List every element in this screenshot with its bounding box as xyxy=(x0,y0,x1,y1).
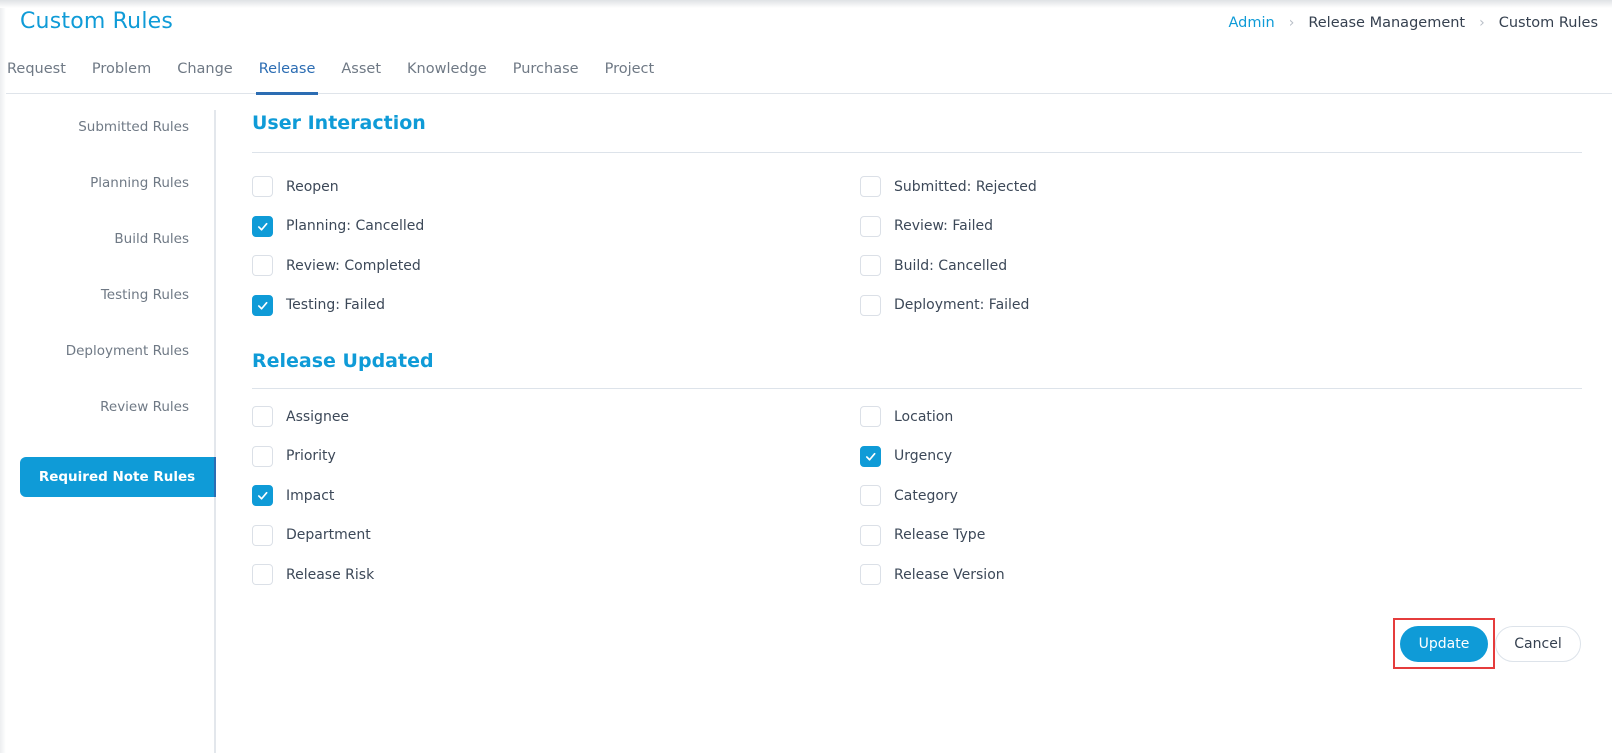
checkbox-review-completed[interactable] xyxy=(252,255,273,276)
checkbox-row-impact[interactable]: Impact xyxy=(252,485,334,506)
checkbox-label: Urgency xyxy=(894,448,953,464)
sidebar-item-testing-rules[interactable]: Testing Rules xyxy=(101,287,189,303)
checkbox-row-category[interactable]: Category xyxy=(860,485,958,506)
sidebar-item-submitted-rules[interactable]: Submitted Rules xyxy=(78,119,189,135)
breadcrumb-release-management[interactable]: Release Management xyxy=(1308,15,1465,31)
checkbox-label: Impact xyxy=(286,487,335,504)
checkbox-label: Review: Completed xyxy=(286,257,421,274)
checkbox-release-version[interactable] xyxy=(860,564,881,585)
left-shadow xyxy=(0,0,6,753)
checkbox-row-release-risk[interactable]: Release Risk xyxy=(252,564,374,585)
tab-request[interactable]: Request xyxy=(7,58,66,94)
tab-change[interactable]: Change xyxy=(177,58,233,94)
sidebar-item-required-note-rules[interactable]: Required Note Rules xyxy=(20,457,216,497)
section-title-release-updated: Release Updated xyxy=(252,350,434,372)
sidebar-item-deployment-rules[interactable]: Deployment Rules xyxy=(66,343,189,359)
checkbox-label: Planning: Cancelled xyxy=(286,218,425,234)
checkbox-label: Testing: Failed xyxy=(286,297,386,313)
breadcrumb: Admin › Release Management › Custom Rule… xyxy=(1229,15,1599,31)
checkbox-deployment-failed[interactable] xyxy=(860,294,881,316)
rules-sidebar: Submitted Rules Planning Rules Build Rul… xyxy=(0,110,216,753)
checkbox-label: Release Risk xyxy=(286,566,375,583)
checkmark-icon xyxy=(864,450,877,463)
tab-problem[interactable]: Problem xyxy=(92,58,151,94)
checkbox-impact[interactable] xyxy=(252,485,273,506)
tab-purchase[interactable]: Purchase xyxy=(513,58,579,94)
checkbox-label: Reopen xyxy=(286,178,339,195)
checkbox-submitted-rejected[interactable] xyxy=(860,176,881,197)
checkbox-category[interactable] xyxy=(860,485,881,506)
checkbox-urgency[interactable] xyxy=(860,445,881,467)
checkbox-label: Review: Failed xyxy=(894,218,993,234)
checkbox-row-release-type[interactable]: Release Type xyxy=(860,524,986,546)
checkbox-label: Deployment: Failed xyxy=(894,297,1030,313)
top-shadow xyxy=(0,0,1612,8)
checkbox-department[interactable] xyxy=(252,524,273,546)
checkbox-label: Location xyxy=(894,408,954,425)
checkbox-label: Submitted: Rejected xyxy=(894,178,1037,195)
chevron-right-icon: › xyxy=(1479,15,1485,31)
checkbox-label: Assignee xyxy=(286,408,350,425)
checkbox-location[interactable] xyxy=(860,406,881,427)
checkbox-assignee[interactable] xyxy=(252,406,273,427)
checkbox-row-planning-cancelled[interactable]: Planning: Cancelled xyxy=(252,215,425,237)
checkbox-label: Category xyxy=(894,487,958,504)
checkbox-planning-cancelled[interactable] xyxy=(252,215,273,237)
checkbox-row-department[interactable]: Department xyxy=(252,524,371,546)
breadcrumb-admin[interactable]: Admin xyxy=(1229,15,1275,31)
checkbox-row-deployment-failed[interactable]: Deployment: Failed xyxy=(860,294,1030,316)
sidebar-item-build-rules[interactable]: Build Rules xyxy=(114,231,189,247)
checkbox-label: Build: Cancelled xyxy=(894,257,1008,274)
checkbox-label: Release Type xyxy=(894,527,986,543)
checkmark-icon xyxy=(256,299,269,312)
chevron-right-icon: › xyxy=(1288,15,1295,31)
checkmark-icon xyxy=(256,220,269,233)
checkbox-row-review-completed[interactable]: Review: Completed xyxy=(252,255,421,276)
section-divider xyxy=(252,388,1582,389)
tab-knowledge[interactable]: Knowledge xyxy=(407,58,487,94)
section-divider xyxy=(252,152,1582,153)
checkbox-reopen[interactable] xyxy=(252,176,273,197)
breadcrumb-custom-rules: Custom Rules xyxy=(1498,15,1598,31)
checkbox-row-submitted-rejected[interactable]: Submitted: Rejected xyxy=(860,176,1037,197)
checkbox-label: Release Version xyxy=(894,566,1005,583)
checkbox-row-assignee[interactable]: Assignee xyxy=(252,406,349,427)
checkbox-review-failed[interactable] xyxy=(860,215,881,237)
section-title-user-interaction: User Interaction xyxy=(252,112,426,134)
checkbox-label: Department xyxy=(286,527,371,543)
checkbox-row-priority[interactable]: Priority xyxy=(252,445,336,467)
checkmark-icon xyxy=(256,489,269,502)
checkbox-row-urgency[interactable]: Urgency xyxy=(860,445,953,467)
sidebar-item-planning-rules[interactable]: Planning Rules xyxy=(90,175,189,191)
checkbox-build-cancelled[interactable] xyxy=(860,255,881,276)
tab-asset[interactable]: Asset xyxy=(341,58,381,94)
checkbox-release-risk[interactable] xyxy=(252,564,273,585)
checkbox-row-reopen[interactable]: Reopen xyxy=(252,176,339,197)
checkbox-testing-failed[interactable] xyxy=(252,294,273,316)
checkbox-label: Priority xyxy=(286,448,336,464)
module-tabs: Request Problem Change Release Asset Kno… xyxy=(0,58,1612,95)
sidebar-item-review-rules[interactable]: Review Rules xyxy=(100,399,189,415)
checkbox-row-build-cancelled[interactable]: Build: Cancelled xyxy=(860,255,1007,276)
checkbox-release-type[interactable] xyxy=(860,524,881,546)
tab-release[interactable]: Release xyxy=(255,58,319,95)
tab-project[interactable]: Project xyxy=(605,58,655,94)
checkbox-row-review-failed[interactable]: Review: Failed xyxy=(860,215,993,237)
cancel-button[interactable]: Cancel xyxy=(1495,626,1581,662)
checkbox-priority[interactable] xyxy=(252,445,273,467)
update-button[interactable]: Update xyxy=(1400,626,1488,662)
checkbox-row-testing-failed[interactable]: Testing: Failed xyxy=(252,294,386,316)
page-title: Custom Rules xyxy=(20,9,174,34)
checkbox-row-release-version[interactable]: Release Version xyxy=(860,564,1005,585)
checkbox-row-location[interactable]: Location xyxy=(860,406,953,427)
